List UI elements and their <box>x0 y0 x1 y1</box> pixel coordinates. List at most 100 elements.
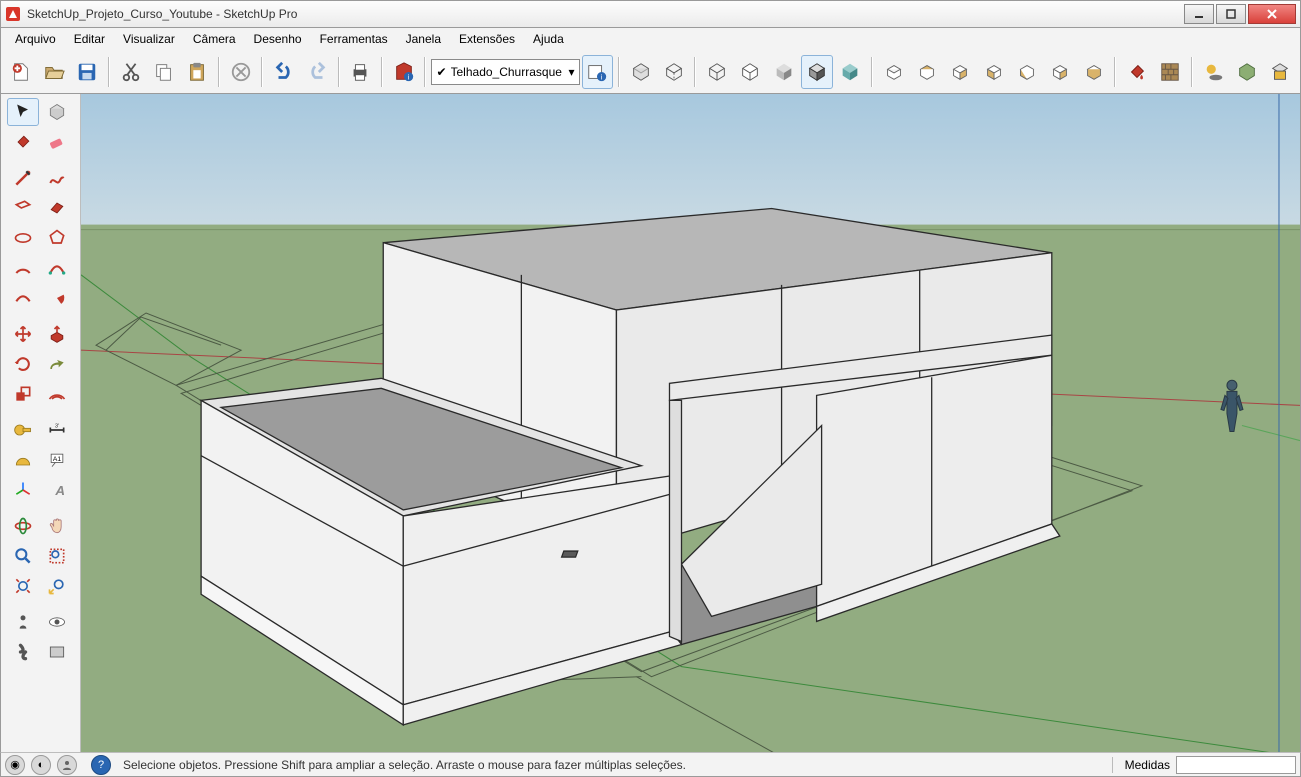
menubar: Arquivo Editar Visualizar Câmera Desenho… <box>0 28 1301 50</box>
3d-viewport[interactable] <box>81 94 1300 752</box>
layer-selector[interactable]: ✔ Telhado_Churrasque ▾ <box>431 59 579 85</box>
walk-tool[interactable] <box>7 638 39 666</box>
top-toolbar: i ✔ Telhado_Churrasque ▾ i <box>0 50 1301 94</box>
paint-bucket-tb-button[interactable] <box>1121 55 1152 89</box>
layer-manager-button[interactable]: i <box>582 55 613 89</box>
move-tool[interactable] <box>7 320 39 348</box>
2point-arc-tool[interactable] <box>41 254 73 282</box>
view-front-button[interactable] <box>945 55 976 89</box>
dimension-tool[interactable]: 3' <box>41 416 73 444</box>
rotated-rect-tool[interactable] <box>41 194 73 222</box>
view-back-button[interactable] <box>1011 55 1042 89</box>
section-plane-tool[interactable] <box>41 638 73 666</box>
position-camera-tool[interactable] <box>7 608 39 636</box>
style-wireframe-button[interactable] <box>701 55 732 89</box>
make-component-tool[interactable] <box>41 98 73 126</box>
menu-visualizar[interactable]: Visualizar <box>115 30 183 48</box>
pan-tool[interactable] <box>41 512 73 540</box>
rotate-tool[interactable] <box>7 350 39 378</box>
help-icon[interactable]: ? <box>91 755 111 775</box>
texture-tb-button[interactable] <box>1155 55 1186 89</box>
style-monochrome-button[interactable] <box>835 55 866 89</box>
model-info-button[interactable]: i <box>388 55 419 89</box>
view-bottom-button[interactable] <box>1078 55 1109 89</box>
style-xray-button[interactable] <box>625 55 656 89</box>
layer-name: Telhado_Churrasque <box>451 65 569 79</box>
rectangle-tool[interactable] <box>7 194 39 222</box>
geo-location-icon[interactable]: ◉ <box>5 755 25 775</box>
paint-bucket-tool[interactable] <box>7 128 39 156</box>
delete-button[interactable] <box>225 55 256 89</box>
save-file-button[interactable] <box>72 55 103 89</box>
undo-button[interactable] <box>268 55 299 89</box>
view-left-button[interactable] <box>1045 55 1076 89</box>
protractor-tool[interactable] <box>7 446 39 474</box>
tape-measure-tool[interactable] <box>7 416 39 444</box>
3point-arc-tool[interactable] <box>7 284 39 312</box>
signin-icon[interactable] <box>57 755 77 775</box>
left-toolbox: 3' A1 A <box>1 94 81 752</box>
style-shadedtex-button[interactable] <box>801 55 832 89</box>
style-hiddenline-button[interactable] <box>735 55 766 89</box>
polygon-tool[interactable] <box>41 224 73 252</box>
arc-tool[interactable] <box>7 254 39 282</box>
shadows-tb-button[interactable] <box>1198 55 1229 89</box>
previous-view-tool[interactable] <box>41 572 73 600</box>
menu-camera[interactable]: Câmera <box>185 30 244 48</box>
layer-visible-check-icon: ✔ <box>436 65 446 79</box>
style-backedges-button[interactable] <box>658 55 689 89</box>
select-tool[interactable] <box>7 98 39 126</box>
zoom-extents-tool[interactable] <box>7 572 39 600</box>
scale-tool[interactable] <box>7 380 39 408</box>
paste-button[interactable] <box>182 55 213 89</box>
title-appname: SketchUp Pro <box>223 7 297 21</box>
app-icon <box>5 6 21 22</box>
open-file-button[interactable] <box>38 55 69 89</box>
new-file-button[interactable] <box>5 55 36 89</box>
copy-button[interactable] <box>148 55 179 89</box>
line-tool[interactable] <box>7 164 39 192</box>
menu-arquivo[interactable]: Arquivo <box>7 30 64 48</box>
look-around-tool[interactable] <box>41 608 73 636</box>
maximize-button[interactable] <box>1216 4 1246 24</box>
menu-extensoes[interactable]: Extensões <box>451 30 523 48</box>
menu-ajuda[interactable]: Ajuda <box>525 30 572 48</box>
menu-ferramentas[interactable]: Ferramentas <box>312 30 396 48</box>
redo-button[interactable] <box>302 55 333 89</box>
menu-janela[interactable]: Janela <box>398 30 449 48</box>
cut-button[interactable] <box>115 55 146 89</box>
offset-tool[interactable] <box>41 380 73 408</box>
minimize-button[interactable] <box>1184 4 1214 24</box>
svg-text:A1: A1 <box>53 456 61 463</box>
menu-desenho[interactable]: Desenho <box>246 30 310 48</box>
status-text: Selecione objetos. Pressione Shift para … <box>117 758 1100 772</box>
window-title: SketchUp_Projeto_Curso_Youtube - SketchU… <box>27 7 1182 21</box>
view-top-button[interactable] <box>911 55 942 89</box>
text-tool[interactable]: A1 <box>41 446 73 474</box>
print-button[interactable] <box>345 55 376 89</box>
view-iso-button[interactable] <box>878 55 909 89</box>
followme-tool[interactable] <box>41 350 73 378</box>
zoom-tool[interactable] <box>7 542 39 570</box>
credits-icon[interactable]: ◐ <box>31 755 51 775</box>
pushpull-tool[interactable] <box>41 320 73 348</box>
freehand-tool[interactable] <box>41 164 73 192</box>
style-shaded-button[interactable] <box>768 55 799 89</box>
zoom-window-tool[interactable] <box>41 542 73 570</box>
section-tb-button[interactable] <box>1264 55 1295 89</box>
pie-tool[interactable] <box>41 284 73 312</box>
chevron-down-icon: ▾ <box>569 65 575 79</box>
fog-tb-button[interactable] <box>1231 55 1262 89</box>
svg-text:3': 3' <box>55 424 59 430</box>
svg-text:A: A <box>54 483 65 498</box>
close-button[interactable] <box>1248 4 1296 24</box>
measure-input[interactable] <box>1176 756 1296 774</box>
orbit-tool[interactable] <box>7 512 39 540</box>
3dtext-tool[interactable]: A <box>41 476 73 504</box>
eraser-tool[interactable] <box>41 128 73 156</box>
axes-tool[interactable] <box>7 476 39 504</box>
circle-tool[interactable] <box>7 224 39 252</box>
menu-editar[interactable]: Editar <box>66 30 113 48</box>
measure-label: Medidas <box>1125 758 1170 772</box>
view-right-button[interactable] <box>978 55 1009 89</box>
